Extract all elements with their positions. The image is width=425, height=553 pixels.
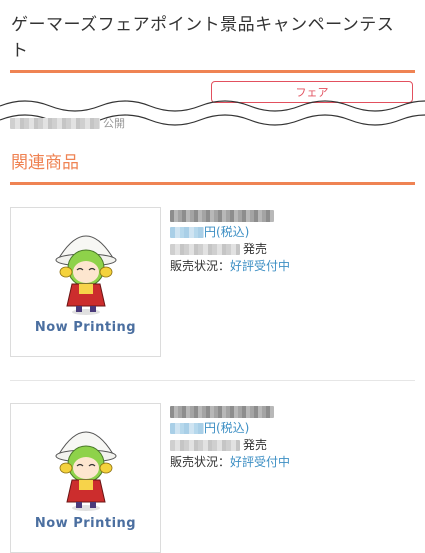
release-date: 発売	[170, 241, 415, 258]
status-label: 販売状況：	[170, 259, 231, 273]
related-heading-underline	[10, 182, 415, 185]
product-title[interactable]	[170, 207, 415, 224]
status-value: 好評受付中	[230, 259, 291, 273]
price-suffix: 円(税込)	[204, 225, 250, 239]
product-price: 円(税込)	[170, 224, 415, 241]
release-suffix: 発売	[243, 438, 268, 452]
product-image[interactable]: Now Printing	[10, 403, 161, 553]
release-suffix: 発売	[243, 242, 268, 256]
price-redacted	[170, 227, 204, 238]
title-underline	[10, 70, 415, 73]
page-title: ゲーマーズフェアポイント景品キャンペーンテスト	[11, 15, 395, 61]
status-label: 販売状況：	[170, 455, 231, 469]
published-label: 公開	[103, 117, 125, 130]
now-printing-caption: Now Printing	[34, 320, 137, 335]
status-value: 好評受付中	[230, 455, 291, 469]
product-title[interactable]	[170, 403, 415, 420]
character-illustration	[55, 235, 117, 315]
release-date-redacted	[170, 440, 240, 451]
now-printing-caption: Now Printing	[34, 516, 137, 531]
release-date: 発売	[170, 437, 415, 454]
publish-date-row: 公開	[10, 116, 125, 130]
product-price: 円(税込)	[170, 420, 415, 437]
product-title-redacted	[170, 209, 274, 222]
sales-status: 販売状況： 好評受付中	[170, 258, 415, 275]
product-divider	[10, 380, 415, 381]
price-redacted	[170, 423, 204, 434]
character-illustration	[55, 431, 117, 511]
sales-status: 販売状況： 好評受付中	[170, 454, 415, 471]
related-products-heading: 関連商品	[11, 153, 79, 173]
publish-date-redacted	[10, 117, 100, 129]
price-suffix: 円(税込)	[204, 421, 250, 435]
product-image[interactable]: Now Printing	[10, 207, 161, 357]
release-date-redacted	[170, 244, 240, 255]
product-title-redacted	[170, 405, 274, 418]
